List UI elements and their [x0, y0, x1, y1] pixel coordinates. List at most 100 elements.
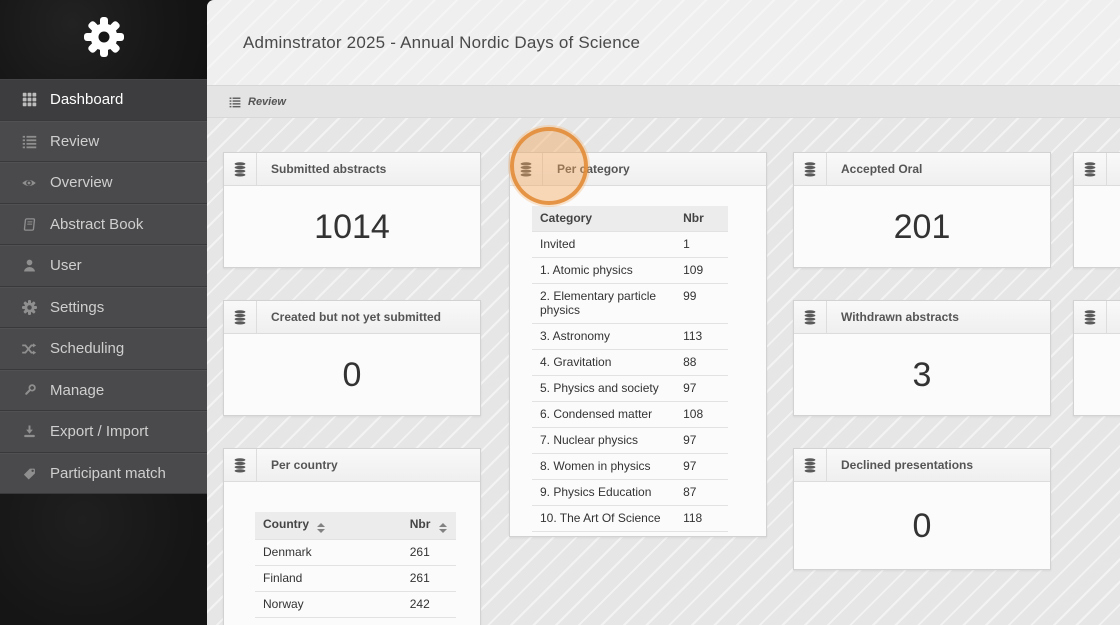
sidebar-item-overview[interactable]: Overview [0, 162, 207, 204]
card-header: Withdrawn abstracts [794, 301, 1050, 334]
database-icon [510, 153, 543, 185]
card-accepted-oral[interactable]: Accepted Oral 201 [793, 152, 1051, 268]
card-title: Withdrawn abstracts [841, 310, 959, 324]
card-title: Submitted abstracts [271, 162, 387, 176]
per-category-table: Category Nbr Invited 1 1. Atomic physics 10… [532, 206, 728, 532]
card-title: A [1107, 153, 1120, 185]
card-value: 201 [893, 207, 951, 246]
card-withdrawn-abstracts[interactable]: Withdrawn abstracts 3 [793, 300, 1051, 416]
card-header: C [1074, 301, 1120, 334]
card-title: Created but not yet submitted [271, 310, 442, 324]
titlebar: Adminstrator 2025 - Annual Nordic Days o… [207, 0, 1120, 85]
sidebar-item-label: Export / Import [50, 423, 149, 441]
sidebar-item-label: Overview [50, 174, 113, 192]
card-title: Declined presentations [841, 458, 974, 472]
sidebar-item-label: Settings [50, 298, 105, 316]
card-value [1074, 186, 1120, 268]
sidebar-item-review[interactable]: Review [0, 120, 207, 162]
download-icon [21, 424, 37, 440]
sidebar-item-label: Scheduling [50, 340, 125, 358]
sidebar-item-export-import[interactable]: Export / Import [0, 411, 207, 453]
shuffle-icon [21, 341, 37, 357]
table-row: 8. Women in physics 97 [532, 453, 728, 480]
sidebar-item-label: Abstract Book [50, 215, 144, 233]
card-submitted-abstracts[interactable]: Submitted abstracts 1014 [223, 152, 481, 268]
card-header: Per category [510, 153, 766, 186]
main-content: Adminstrator 2025 - Annual Nordic Days o… [207, 0, 1120, 625]
database-icon [1074, 301, 1107, 333]
card-title: Per country [271, 458, 338, 472]
table-row: Portugal1 [255, 617, 456, 625]
app-logo [0, 0, 207, 79]
sidebar-item-settings[interactable]: Settings [0, 286, 207, 328]
card-partial-top[interactable]: A [1073, 152, 1120, 268]
table-row: 4. Gravitation 88 [532, 349, 728, 376]
database-icon [794, 153, 827, 185]
sidebar-item-abstract-book[interactable]: Abstract Book [0, 203, 207, 245]
card-per-category[interactable]: Per category Category Nbr Invited 1 1. Ato… [509, 152, 767, 537]
sidebar-item-label: Review [50, 132, 100, 150]
card-value: 0 [912, 506, 932, 545]
table-row: 3. Astronomy 113 [532, 323, 728, 350]
card-header: Created but not yet submitted [224, 301, 480, 334]
database-icon [1074, 153, 1107, 185]
table-row: Invited 1 [532, 231, 728, 258]
table-row: Finland 261 [255, 565, 456, 592]
database-icon [224, 449, 257, 481]
table-row: 10. The Art Of Science 118 [532, 505, 728, 532]
card-created-not-submitted[interactable]: Created but not yet submitted 0 [223, 300, 481, 416]
page-title: Adminstrator 2025 - Annual Nordic Days o… [243, 32, 641, 52]
breadcrumb-label: Review [248, 95, 286, 108]
column-header-country[interactable]: Country [255, 512, 402, 540]
grid-icon [21, 92, 37, 108]
card-title: C [1107, 301, 1120, 333]
sidebar-item-label: Manage [50, 381, 105, 399]
card-title: Accepted Oral [841, 162, 923, 176]
card-value [1074, 334, 1120, 416]
sidebar-filler [0, 494, 207, 625]
sidebar-menu: Dashboard Review Overview Abstract Book … [0, 79, 207, 494]
table-row: 6. Condensed matter 108 [532, 401, 728, 428]
per-country-table: Country Nbr Denmark 261 Finland 261 Norway 24… [255, 512, 456, 625]
sidebar-item-dashboard[interactable]: Dashboard [0, 79, 207, 121]
card-value: 1014 [314, 207, 390, 246]
gear-icon [83, 17, 124, 62]
sort-icon [438, 523, 447, 533]
list-icon [21, 133, 37, 149]
card-header: A [1074, 153, 1120, 186]
database-icon [794, 449, 827, 481]
sidebar-item-user[interactable]: User [0, 245, 207, 287]
sidebar-item-manage[interactable]: Manage [0, 369, 207, 411]
table-row: 9. Physics Education 87 [532, 479, 728, 506]
card-value: 3 [912, 355, 932, 394]
column-header-category: Category [532, 206, 676, 232]
table-row: 7. Nuclear physics 97 [532, 427, 728, 454]
database-icon [224, 153, 257, 185]
table-row: Denmark 261 [255, 539, 456, 566]
card-declined-presentations[interactable]: Declined presentations 0 [793, 448, 1051, 570]
sidebar: Dashboard Review Overview Abstract Book … [0, 0, 207, 625]
card-header: Per country [224, 449, 480, 482]
list-icon [229, 96, 241, 108]
table-row: 1. Atomic physics 109 [532, 257, 728, 284]
sidebar-item-participant-match[interactable]: Participant match [0, 452, 207, 494]
wrench-icon [21, 382, 37, 398]
card-per-country[interactable]: Per country Country Nbr Denmark 261 Finl… [223, 448, 481, 625]
card-header: Declined presentations [794, 449, 1050, 482]
card-value: 0 [342, 355, 362, 394]
table-row: Norway 242 [255, 591, 456, 618]
sidebar-item-scheduling[interactable]: Scheduling [0, 328, 207, 370]
card-header: Accepted Oral [794, 153, 1050, 186]
sidebar-item-label: Participant match [50, 464, 166, 482]
database-icon [224, 301, 257, 333]
card-header: Submitted abstracts [224, 153, 480, 186]
breadcrumb[interactable]: Review [207, 85, 1120, 118]
card-partial-bottom[interactable]: C [1073, 300, 1120, 416]
table-row: 2. Elementary particle physics 99 [532, 283, 728, 324]
card-title: Per category [557, 162, 630, 176]
database-icon [794, 301, 827, 333]
sidebar-item-label: Dashboard [50, 91, 124, 109]
column-header-nbr[interactable]: Nbr [401, 512, 456, 540]
table-row: 5. Physics and society 97 [532, 375, 728, 402]
user-icon [21, 258, 37, 274]
